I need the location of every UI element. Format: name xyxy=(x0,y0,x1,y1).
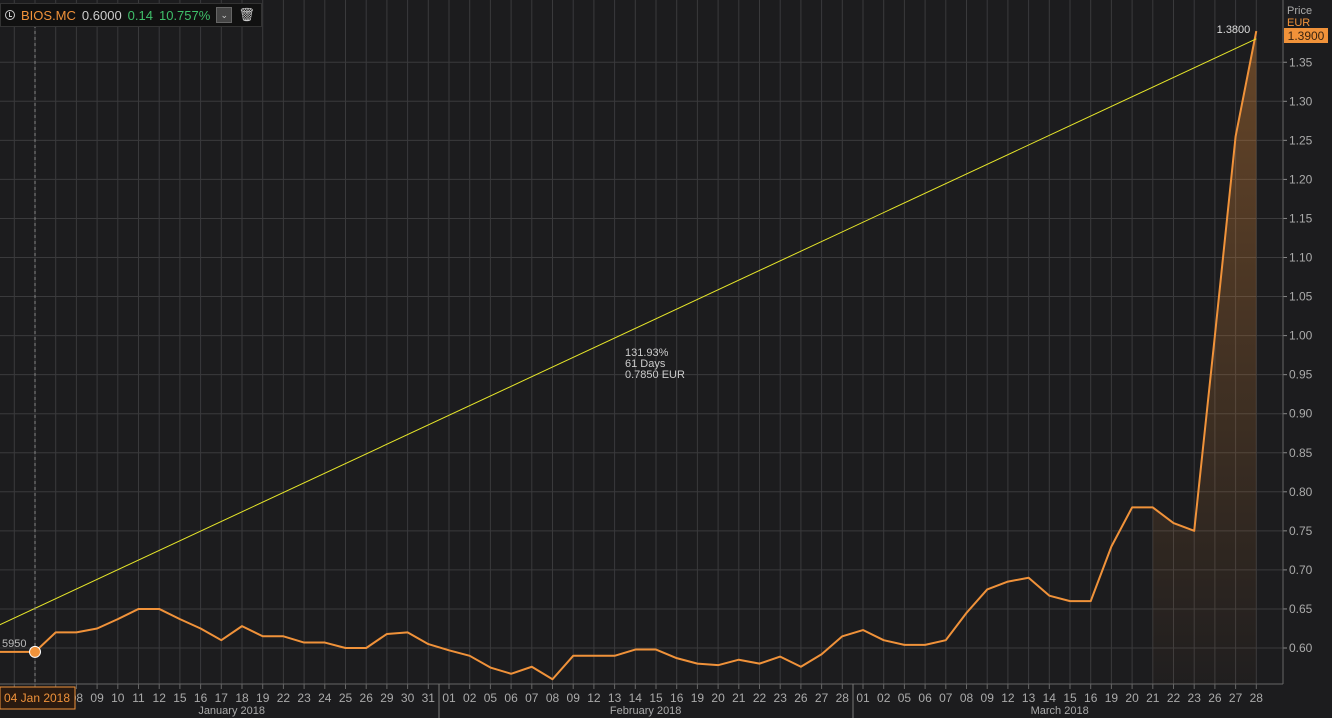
x-tick-label: 22 xyxy=(1167,691,1181,705)
x-tick-label: 20 xyxy=(1125,691,1139,705)
x-tick-label: 01 xyxy=(442,691,456,705)
y-tick-label: 1.05 xyxy=(1289,290,1313,304)
clock-icon xyxy=(5,10,15,20)
y-tick-label: 0.90 xyxy=(1289,407,1313,421)
x-tick-label: 20 xyxy=(711,691,725,705)
y-tick-label: 1.25 xyxy=(1289,133,1313,147)
x-tick-label: 21 xyxy=(732,691,746,705)
x-tick-label: 25 xyxy=(339,691,353,705)
x-tick-label: 15 xyxy=(173,691,187,705)
chevron-down-icon[interactable]: ⌄ xyxy=(216,7,233,23)
y-tick-label: 0.85 xyxy=(1289,446,1313,460)
trash-icon[interactable]: 🗑 xyxy=(238,7,255,23)
trendline-stat: 0.7850 EUR xyxy=(625,369,685,381)
trendline-end-label: 1.3800 xyxy=(1217,24,1251,36)
y-tick-label: 0.95 xyxy=(1289,368,1313,382)
crosshair-point xyxy=(29,645,41,658)
y-tick-label: 1.10 xyxy=(1289,251,1313,265)
x-tick-label: 19 xyxy=(256,691,270,705)
x-tick-label: 23 xyxy=(774,691,788,705)
axis-title: Price xyxy=(1287,5,1312,17)
y-tick-label: 1.00 xyxy=(1289,329,1313,343)
axis-currency: EUR xyxy=(1287,17,1310,29)
x-tick-label: 14 xyxy=(1043,691,1057,705)
y-tick-label: 1.35 xyxy=(1289,55,1313,69)
x-tick-label: 08 xyxy=(546,691,560,705)
x-tick-label: 09 xyxy=(981,691,995,705)
x-tick-label: 02 xyxy=(463,691,477,705)
x-tick-label: 02 xyxy=(877,691,891,705)
month-label: February 2018 xyxy=(610,705,682,717)
y-tick-label: 1.15 xyxy=(1289,211,1313,225)
price-tag-label: 1.3900 xyxy=(1288,29,1325,43)
x-tick-label: 31 xyxy=(422,691,436,705)
x-tick-label: 19 xyxy=(1105,691,1119,705)
crosshair-value-label: 5950 xyxy=(2,638,26,650)
price-change-pct: 10.757% xyxy=(158,7,211,23)
x-tick-label: 13 xyxy=(608,691,622,705)
x-tick-label: 21 xyxy=(1146,691,1160,705)
x-tick-label: 15 xyxy=(1063,691,1077,705)
y-tick-label: 0.80 xyxy=(1289,485,1313,499)
x-tick-label: 12 xyxy=(587,691,601,705)
month-label: March 2018 xyxy=(1031,705,1089,717)
x-tick-label: 08 xyxy=(960,691,974,705)
y-tick-label: 0.75 xyxy=(1289,524,1313,538)
crosshair-date-label: 04 Jan 2018 xyxy=(4,691,70,705)
last-price: 0.6000 xyxy=(81,7,122,23)
x-tick-label: 09 xyxy=(567,691,581,705)
x-tick-label: 15 xyxy=(649,691,663,705)
x-tick-label: 23 xyxy=(297,691,311,705)
x-tick-label: 16 xyxy=(194,691,208,705)
x-tick-label: 26 xyxy=(360,691,374,705)
x-tick-label: 24 xyxy=(318,691,332,705)
symbol-label[interactable]: BIOS.MC xyxy=(21,8,76,23)
x-tick-label: 19 xyxy=(691,691,705,705)
x-tick-label: 16 xyxy=(1084,691,1098,705)
x-tick-label: 13 xyxy=(1022,691,1036,705)
x-tick-label: 26 xyxy=(1208,691,1222,705)
x-tick-label: 10 xyxy=(111,691,125,705)
y-tick-label: 1.30 xyxy=(1289,94,1313,108)
trendline xyxy=(0,38,1257,626)
y-tick-label: 1.20 xyxy=(1289,172,1313,186)
x-tick-label: 12 xyxy=(153,691,167,705)
x-tick-label: 29 xyxy=(380,691,394,705)
x-tick-label: 23 xyxy=(1188,691,1202,705)
price-chart[interactable]: 0304050809101112151617181922232425262930… xyxy=(0,0,1332,718)
x-tick-label: 27 xyxy=(1229,691,1243,705)
x-tick-label: 18 xyxy=(235,691,249,705)
x-tick-label: 26 xyxy=(794,691,808,705)
x-tick-label: 11 xyxy=(132,691,145,705)
x-tick-label: 12 xyxy=(1001,691,1015,705)
y-tick-label: 0.70 xyxy=(1289,563,1313,577)
x-tick-label: 09 xyxy=(90,691,104,705)
y-tick-label: 0.65 xyxy=(1289,602,1313,616)
x-tick-label: 07 xyxy=(939,691,953,705)
x-tick-label: 17 xyxy=(215,691,229,705)
x-tick-label: 27 xyxy=(815,691,829,705)
x-tick-label: 30 xyxy=(401,691,415,705)
price-change: 0.14 xyxy=(127,7,153,23)
x-tick-label: 22 xyxy=(277,691,291,705)
x-tick-label: 01 xyxy=(856,691,870,705)
x-tick-label: 22 xyxy=(753,691,767,705)
x-tick-label: 06 xyxy=(918,691,932,705)
x-tick-label: 28 xyxy=(1250,691,1264,705)
x-tick-label: 16 xyxy=(670,691,684,705)
x-tick-label: 07 xyxy=(525,691,539,705)
series-area xyxy=(1152,31,1257,684)
x-tick-label: 14 xyxy=(629,691,643,705)
x-tick-label: 05 xyxy=(484,691,498,705)
month-label: January 2018 xyxy=(198,705,265,717)
legend-bar: BIOS.MC 0.6000 0.14 10.757% ⌄ 🗑 xyxy=(0,3,262,27)
x-tick-label: 06 xyxy=(504,691,518,705)
x-tick-label: 28 xyxy=(836,691,850,705)
x-tick-label: 05 xyxy=(898,691,912,705)
y-tick-label: 0.60 xyxy=(1289,641,1313,655)
